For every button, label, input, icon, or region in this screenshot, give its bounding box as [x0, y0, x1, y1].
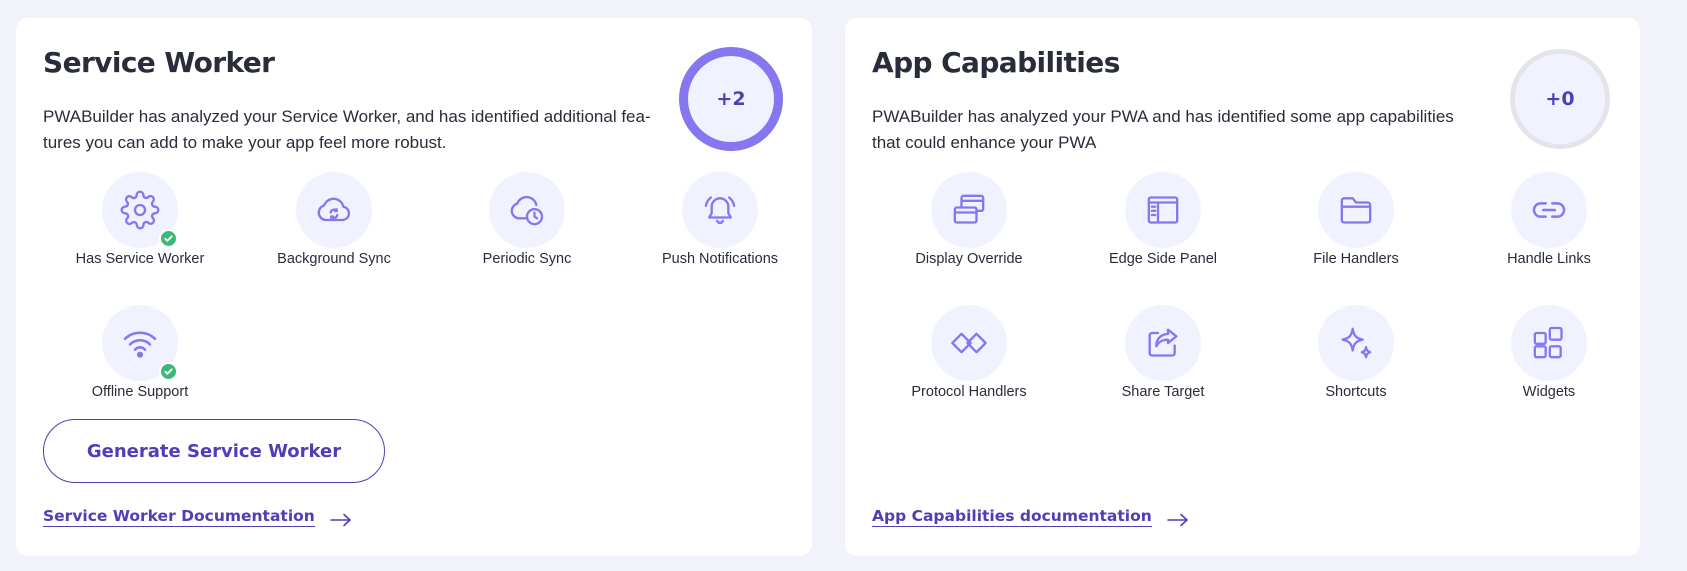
- feature-label: Handle Links: [1507, 251, 1591, 267]
- service-worker-score: +2: [679, 47, 783, 151]
- feature-label: Display Override: [915, 251, 1023, 267]
- feature-widgets[interactable]: Widgets: [1464, 305, 1634, 400]
- feature-label: File Handlers: [1313, 251, 1399, 267]
- app-capabilities-title: App Capabilities: [872, 46, 1120, 79]
- widgets-icon: [1533, 326, 1563, 359]
- feature-icon-circle: [1318, 172, 1394, 248]
- feature-share-target[interactable]: Share Target: [1078, 305, 1248, 400]
- feature-label: Edge Side Panel: [1108, 251, 1218, 267]
- feature-icon-circle: [1125, 172, 1201, 248]
- feature-edge-side-panel[interactable]: Edge Side Panel: [1078, 172, 1248, 267]
- feature-display-override[interactable]: Display Override: [884, 172, 1054, 267]
- feature-icon-circle: [931, 305, 1007, 381]
- feature-has-service-worker[interactable]: Has Service Worker: [55, 172, 225, 267]
- feature-icon-circle: [489, 172, 565, 248]
- arrow-right-icon: [330, 513, 351, 527]
- link-icon: [1532, 202, 1566, 218]
- page: Service Worker PWABuilder has analyzed y…: [0, 0, 1687, 571]
- check-icon: [159, 362, 178, 381]
- app-capabilities-score: +0: [1510, 49, 1610, 149]
- sparkle-icon: [1341, 327, 1372, 359]
- windows-icon: [953, 194, 985, 224]
- protocol-icon: [951, 332, 987, 354]
- feature-label: Protocol Handlers: [911, 384, 1027, 400]
- service-worker-documentation-link[interactable]: Service Worker Documentation: [43, 506, 353, 528]
- feature-icon-circle: [296, 172, 372, 248]
- feature-label: Background Sync: [277, 251, 391, 267]
- feature-label: Has Service Worker: [75, 251, 205, 267]
- feature-icon-circle: [1318, 305, 1394, 381]
- feature-handle-links[interactable]: Handle Links: [1464, 172, 1634, 267]
- wifi-icon: [123, 331, 157, 358]
- cloud-clock-icon: [510, 195, 544, 226]
- gear-icon: [120, 190, 160, 230]
- feature-offline-support[interactable]: Offline Support: [55, 305, 225, 400]
- feature-file-handlers[interactable]: File Handlers: [1271, 172, 1441, 267]
- feature-push-notifications[interactable]: Push Notifications: [635, 172, 805, 267]
- feature-background-sync[interactable]: Background Sync: [249, 172, 419, 267]
- feature-icon-circle: [1511, 305, 1587, 381]
- app-capabilities-description: PWABuilder has analyzed your PWA and has…: [872, 107, 1454, 152]
- feature-label: Offline Support: [91, 384, 189, 400]
- share-icon: [1148, 328, 1178, 357]
- arrow-right-icon: [1167, 513, 1188, 527]
- feature-protocol-handlers[interactable]: Protocol Handlers: [884, 305, 1054, 400]
- feature-icon-circle: [1125, 305, 1201, 381]
- feature-label: Share Target: [1121, 384, 1205, 400]
- app-capabilities-documentation-link[interactable]: App Capabilities documentation: [872, 506, 1190, 528]
- feature-icon-circle: [102, 305, 178, 381]
- feature-label: Periodic Sync: [482, 251, 572, 267]
- feature-label: Push Notifications: [661, 251, 779, 267]
- doc-link-text: App Capabilities documentation: [872, 507, 1152, 527]
- feature-icon-circle: [1511, 172, 1587, 248]
- feature-label: Widgets: [1522, 384, 1576, 400]
- check-icon: [159, 229, 178, 248]
- feature-shortcuts[interactable]: Shortcuts: [1271, 305, 1441, 400]
- app-capabilities-card: App Capabilities PWABuilder has analyzed…: [845, 18, 1640, 556]
- feature-icon-circle: [931, 172, 1007, 248]
- service-worker-title: Service Worker: [43, 46, 275, 79]
- folder-icon: [1340, 197, 1372, 224]
- cloud-sync-icon: [317, 197, 351, 222]
- bell-ringing-icon: [704, 196, 736, 224]
- doc-link-text: Service Worker Documentation: [43, 507, 315, 527]
- side-panel-icon: [1147, 196, 1179, 224]
- feature-periodic-sync[interactable]: Periodic Sync: [442, 172, 612, 267]
- service-worker-description: PWABuilder has analyzed your Service Wor…: [43, 107, 651, 152]
- service-worker-card: Service Worker PWABuilder has analyzed y…: [16, 18, 812, 556]
- generate-service-worker-button[interactable]: Generate Service Worker: [43, 419, 385, 483]
- feature-icon-circle: [102, 172, 178, 248]
- feature-icon-circle: [682, 172, 758, 248]
- feature-label: Shortcuts: [1325, 384, 1387, 400]
